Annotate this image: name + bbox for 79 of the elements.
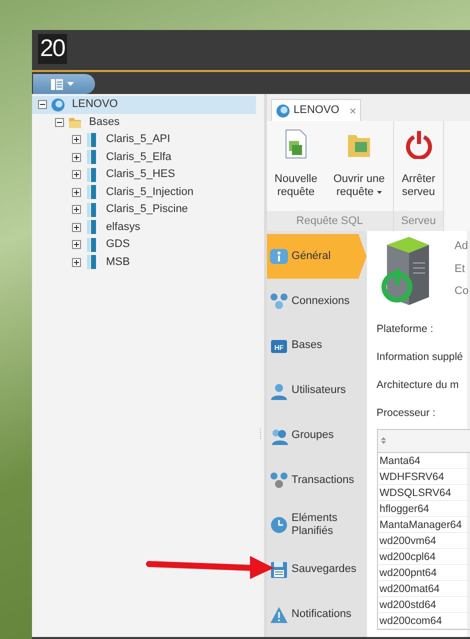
database-icon: [85, 238, 99, 252]
group-label: Serveu: [394, 211, 444, 231]
clock-icon: [270, 516, 288, 534]
new-query-button[interactable]: Nouvelle requête: [270, 127, 322, 211]
database-icon: [85, 132, 99, 147]
table-cell: wd200pnt64: [378, 565, 470, 581]
globe-icon: [51, 98, 65, 112]
expand-icon: [72, 205, 81, 214]
nav-tab[interactable]: Connexions: [266, 278, 367, 324]
database-icon: [85, 202, 99, 217]
nav-tab[interactable]: Groupes: [266, 413, 367, 458]
network-icon: [270, 471, 288, 490]
tree-item[interactable]: elfasys: [32, 218, 256, 236]
close-button[interactable]: ×: [343, 102, 356, 120]
stop-server-button[interactable]: Arrêter serveu: [398, 127, 440, 211]
info-icon: [270, 247, 288, 266]
document-tab[interactable]: LENOVO ×: [270, 99, 362, 121]
panel-icon: [51, 78, 63, 90]
caret-icon: [67, 82, 74, 86]
table-cell: WDSQLSRV64: [378, 485, 470, 501]
collapse-icon: [55, 118, 64, 127]
database-icon: [85, 255, 99, 270]
table-cell: wd200std64: [378, 597, 470, 613]
splitter-grip-icon: [258, 428, 262, 440]
table-cell: wd200vm64: [378, 533, 470, 549]
expand-icon: [72, 240, 81, 250]
expand-icon: [72, 152, 81, 162]
expand-icon: [72, 258, 81, 267]
field-label: Ad: [454, 239, 469, 254]
group-label: Requête SQL: [266, 211, 393, 231]
table-cell: hflogger64: [378, 501, 470, 517]
nav-tab[interactable]: Général: [266, 234, 367, 279]
sort-icon[interactable]: [380, 436, 386, 444]
expand-icon: [72, 188, 81, 197]
caret-icon: [376, 190, 382, 194]
database-icon: [85, 220, 99, 234]
tree-item[interactable]: LENOVO: [32, 96, 256, 114]
expand-icon: [72, 135, 81, 144]
field-label: Plateforme :: [376, 322, 434, 337]
nav-tab[interactable]: Sauvegardes: [266, 548, 367, 592]
field-label: Co: [454, 284, 469, 299]
folder-icon: [68, 115, 82, 130]
warning-icon: [270, 606, 288, 624]
tree-item[interactable]: Claris_5_API: [32, 131, 256, 148]
expand-icon: [72, 222, 81, 232]
nav-tab[interactable]: Notifications: [266, 592, 367, 638]
database-icon: [85, 168, 99, 182]
field-label: Et: [454, 262, 466, 276]
nav-tab[interactable]: Utilisateurs: [266, 368, 367, 414]
tree-item[interactable]: Claris_5_Elfa: [32, 148, 256, 166]
tree-item[interactable]: Claris_5_HES: [32, 166, 256, 184]
tree-item[interactable]: GDS: [32, 236, 256, 254]
tree-item[interactable]: Bases: [32, 114, 256, 131]
power-icon: [404, 129, 432, 159]
tree-item[interactable]: Claris_5_Injection: [32, 184, 256, 201]
menu-button[interactable]: [33, 74, 95, 94]
tree-item[interactable]: MSB: [32, 254, 256, 271]
database-icon: [85, 150, 99, 164]
network-icon: [270, 292, 288, 310]
user-icon: [270, 382, 288, 400]
open-query-button[interactable]: Ouvrir une requête: [329, 127, 389, 211]
collapse-icon: [38, 100, 47, 110]
nav-tab[interactable]: Transactions: [266, 458, 367, 503]
field-label: Information supplé: [376, 350, 464, 365]
app-logo: 20: [38, 34, 67, 64]
field-label: Architecture du m: [376, 378, 460, 393]
users-icon: [270, 426, 288, 445]
expand-icon: [72, 170, 81, 180]
table-cell: MantaManager64: [378, 517, 470, 533]
globe-icon: [276, 104, 290, 118]
database-icon: [85, 185, 99, 200]
field-label: Processeur :: [376, 406, 436, 421]
table-cell: WDHFSRV64: [378, 469, 470, 485]
tree-item[interactable]: Claris_5_Piscine: [32, 201, 256, 218]
nav-tab[interactable]: Eléments Planifiés: [266, 502, 367, 548]
table-cell: wd200cpl64: [378, 549, 470, 565]
table-cell: wd200mat64: [378, 581, 470, 597]
table-cell: Manta64: [378, 453, 470, 469]
table-cell: wd200com64: [378, 613, 470, 629]
